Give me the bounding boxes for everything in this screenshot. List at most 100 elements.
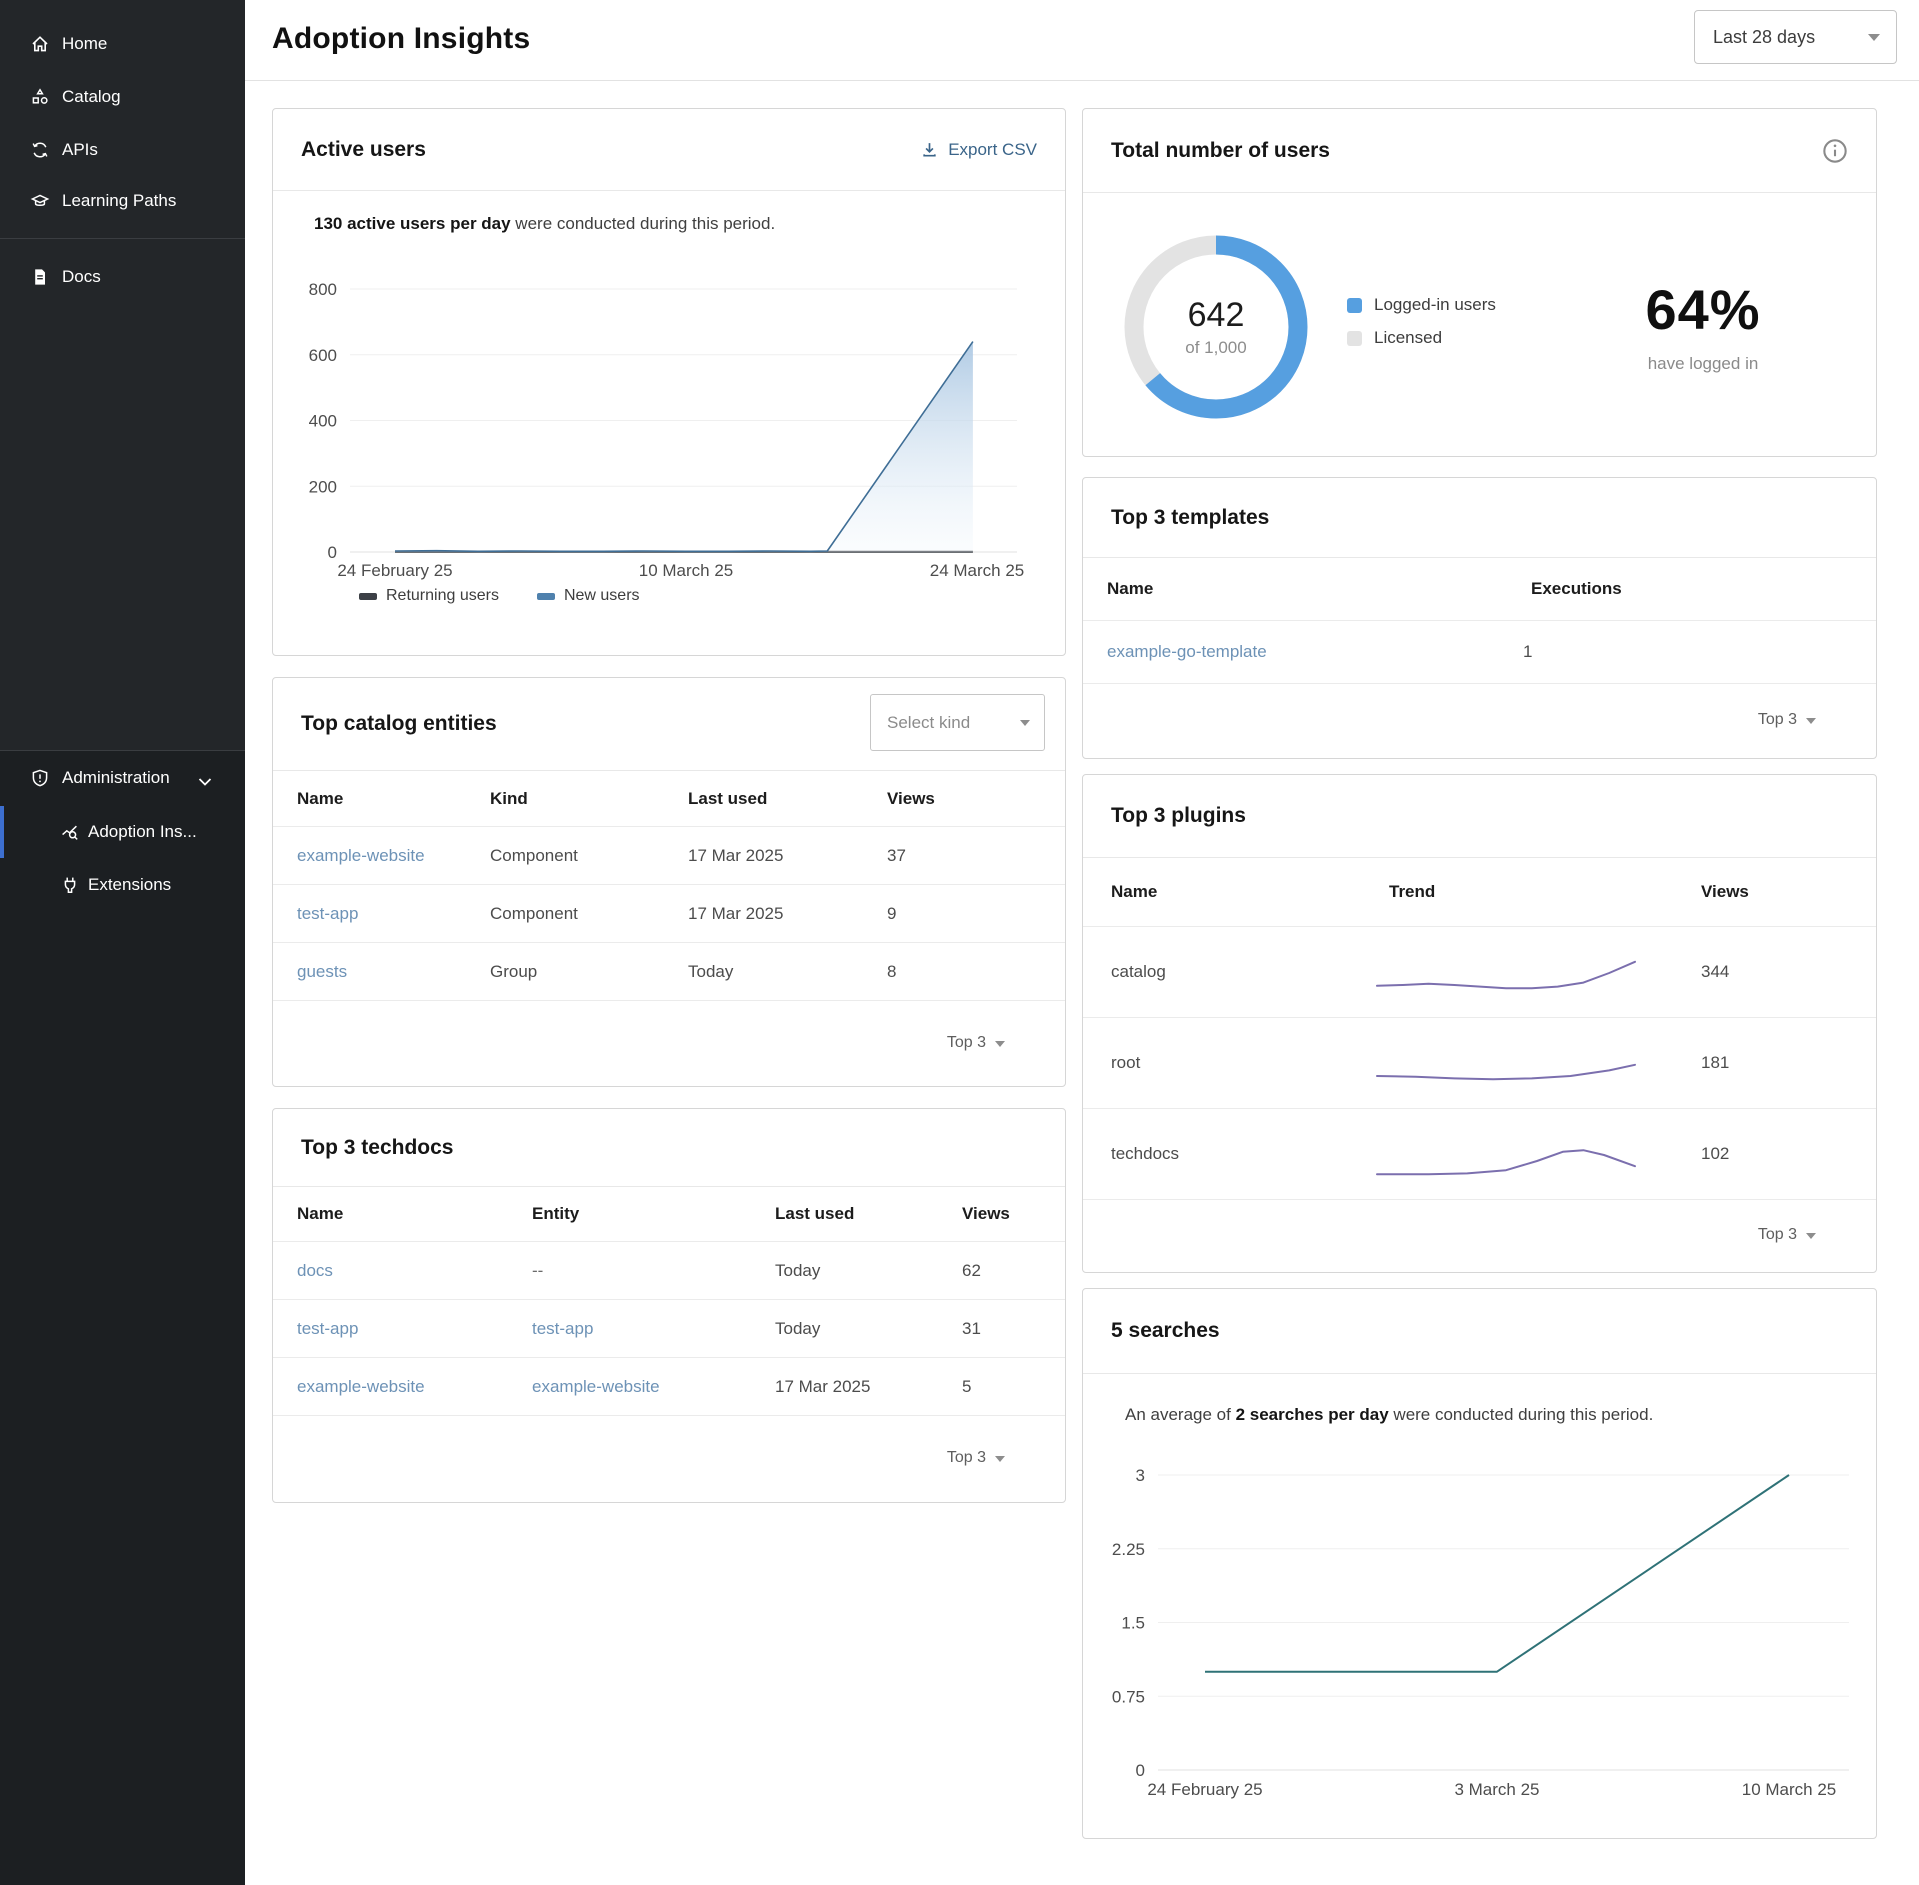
entity-last-used: Today [688,962,733,982]
sidebar-item-learning-paths[interactable]: Learning Paths [0,179,245,223]
card-title: Top 3 techdocs [301,1136,453,1160]
caret-down-icon [1806,1233,1816,1239]
table-row: test-app test-app Today 31 [273,1300,1065,1358]
column-header-entity: Entity [532,1204,579,1224]
svg-text:2.25: 2.25 [1112,1540,1145,1559]
table-header-row: Name Executions [1083,558,1876,621]
page-title: Adoption Insights [272,22,530,56]
plugin-views: 181 [1701,1053,1729,1073]
top3-pagination-dropdown[interactable]: Top 3 [1083,1198,1876,1272]
caret-down-icon [995,1456,1005,1462]
shield-icon [30,768,50,788]
top-catalog-entities-card: Top catalog entities Select kind Name Ki… [272,677,1066,1087]
export-csv-label: Export CSV [948,140,1037,160]
legend-swatch [1347,298,1362,313]
sidebar-item-catalog[interactable]: Catalog [0,75,245,119]
sidebar-item-label: Docs [62,267,101,287]
plugin-views: 102 [1701,1144,1729,1164]
sidebar-item-home[interactable]: Home [0,22,245,66]
active-users-legend: Returning users New users [359,587,640,605]
techdoc-last-used: Today [775,1319,820,1339]
plugin-trend-sparkline [1375,1135,1637,1183]
table-row: example-go-template 1 [1083,621,1876,684]
sidebar-item-label: Administration [62,768,170,788]
caret-down-icon [1868,34,1880,41]
date-range-select[interactable]: Last 28 days [1694,10,1897,64]
techdoc-last-used: Today [775,1261,820,1281]
topbar: Adoption Insights Last 28 days [245,0,1919,81]
entity-link[interactable]: example-website [297,846,425,866]
table-row: catalog 344 [1083,927,1876,1018]
caret-down-icon [1020,720,1030,726]
legend-item-licensed: Licensed [1347,328,1496,348]
legend-item-new-users: New users [537,587,640,605]
select-kind-dropdown[interactable]: Select kind [870,694,1045,751]
svg-text:24 February 25: 24 February 25 [337,561,452,580]
column-header-last-used: Last used [688,789,767,809]
templates-header: Top 3 templates [1083,478,1876,558]
sidebar-item-label: Extensions [88,875,171,895]
card-title: Total number of users [1111,139,1330,163]
table-row: techdocs 102 [1083,1109,1876,1200]
sidebar-item-label: APIs [62,140,98,160]
caret-down-icon [1806,718,1816,724]
column-header-name: Name [1111,882,1157,902]
sidebar-item-extensions[interactable]: Extensions [0,863,245,907]
top3-pagination-dropdown[interactable]: Top 3 [1083,682,1876,758]
table-header-row: Name Trend Views [1083,858,1876,927]
top-techdocs-card: Top 3 techdocs Name Entity Last used Vie… [272,1108,1066,1503]
svg-text:10 March 25: 10 March 25 [639,561,734,580]
template-link[interactable]: example-go-template [1107,642,1267,662]
card-title: Top catalog entities [301,712,497,736]
svg-text:24 March 25: 24 March 25 [930,561,1025,580]
table-row: example-website Component 17 Mar 2025 37 [273,827,1065,885]
percent-caption: have logged in [1553,354,1853,374]
column-header-executions: Executions [1531,579,1622,599]
active-users-area-chart: 020040060080024 February 2510 March 2524… [273,269,1067,581]
download-icon [921,141,938,158]
sidebar-item-label: Catalog [62,87,121,107]
techdoc-views: 62 [962,1261,981,1281]
chevron-down-icon [198,774,212,783]
sidebar-item-administration[interactable]: Administration [0,756,245,800]
main-area: Adoption Insights Last 28 days Active us… [245,0,1919,1885]
plugin-name: root [1111,1053,1140,1073]
sidebar-item-label: Learning Paths [62,191,176,211]
date-range-value: Last 28 days [1713,27,1815,48]
svg-text:0: 0 [1136,1761,1145,1780]
top3-pagination-dropdown[interactable]: Top 3 [273,999,1065,1086]
sidebar-item-apis[interactable]: APIs [0,128,245,172]
top-plugins-card: Top 3 plugins Name Trend Views catalog 3… [1082,774,1877,1273]
techdoc-link[interactable]: docs [297,1261,333,1281]
svg-text:800: 800 [309,280,337,299]
sidebar-item-docs[interactable]: Docs [0,255,245,299]
sidebar-item-adoption-insights[interactable]: Adoption Ins... [0,810,245,854]
svg-text:400: 400 [309,412,337,431]
entity-link[interactable]: guests [297,962,347,982]
legend-item-logged-in: Logged-in users [1347,295,1496,315]
searches-line-chart: 00.751.52.25324 February 253 March 2510 … [1083,1374,1878,1834]
sidebar-bottom-section [0,750,245,1885]
entity-kind: Component [490,904,578,924]
techdoc-link[interactable]: test-app [297,1319,358,1339]
table-header-row: Name Kind Last used Views [273,771,1065,827]
entity-link[interactable]: test-app [297,904,358,924]
techdoc-entity-link[interactable]: test-app [532,1319,593,1339]
table-row: docs -- Today 62 [273,1242,1065,1300]
techdoc-entity-link[interactable]: example-website [532,1377,660,1397]
plugin-trend-sparkline [1375,953,1637,1001]
entity-kind: Group [490,962,537,982]
insights-icon [60,822,80,842]
top3-pagination-dropdown[interactable]: Top 3 [273,1414,1065,1502]
svg-text:10 March 25: 10 March 25 [1742,1780,1837,1799]
table-row: root 181 [1083,1018,1876,1109]
svg-text:3 March 25: 3 March 25 [1454,1780,1539,1799]
svg-text:1.5: 1.5 [1121,1614,1145,1633]
info-icon[interactable] [1822,138,1848,164]
export-csv-button[interactable]: Export CSV [921,140,1037,160]
column-header-views: Views [1701,882,1749,902]
entity-views: 8 [887,962,896,982]
table-header-row: Name Entity Last used Views [273,1187,1065,1242]
column-header-kind: Kind [490,789,528,809]
techdoc-link[interactable]: example-website [297,1377,425,1397]
